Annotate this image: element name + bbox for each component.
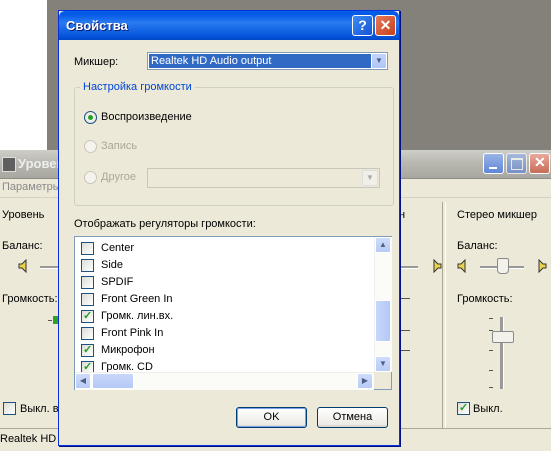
list-item-checkbox[interactable] [81, 259, 94, 272]
radio-playback-label[interactable]: Воспроизведение [101, 111, 192, 123]
balance-slider-track-middle[interactable] [400, 266, 418, 269]
app-icon [2, 157, 16, 172]
radio-record-label[interactable]: Запись [101, 140, 137, 152]
slider-tick [489, 350, 493, 351]
balance-label-right: Баланс: [457, 240, 498, 252]
list-item-label: SPDIF [101, 276, 134, 288]
checkmark-icon: ✓ [83, 310, 93, 322]
slider-tick [400, 330, 410, 331]
volume-label-right: Громкость: [457, 293, 513, 305]
ok-button[interactable]: OK [236, 407, 307, 428]
minimize-button[interactable] [483, 153, 504, 174]
slider-tick [489, 387, 493, 388]
close-icon: ✕ [534, 154, 546, 170]
list-item-label: Center [101, 242, 135, 254]
radio-playback[interactable] [84, 111, 97, 124]
desktop-area [0, 0, 47, 150]
mute-checkbox-right[interactable]: ✓ [457, 402, 470, 415]
speaker-icon [18, 259, 27, 273]
checkmark-icon: ✓ [459, 402, 469, 414]
speaker-icon [433, 259, 442, 273]
list-item-checkbox[interactable] [81, 327, 94, 340]
slider-tick [489, 318, 493, 319]
radio-selected-dot [88, 115, 93, 120]
help-icon: ? [358, 17, 367, 33]
other-device-select[interactable]: ▼ [147, 168, 380, 188]
mute-checkbox-left[interactable] [3, 402, 16, 415]
close-button[interactable]: ✕ [529, 153, 550, 174]
horizontal-scroll-thumb[interactable] [92, 373, 134, 389]
vertical-scrollbar[interactable]: ▲ ▼ [374, 237, 392, 372]
speaker-icon [538, 259, 547, 273]
list-item-label: Side [101, 259, 124, 271]
scroll-corner [374, 372, 391, 389]
speaker-icon [457, 259, 466, 273]
arrow-up-icon[interactable]: ▲ [375, 237, 391, 253]
list-item-checkbox[interactable] [81, 293, 94, 306]
menu-params[interactable]: Параметры [2, 181, 61, 193]
radio-record[interactable] [84, 140, 97, 153]
column-separator [442, 202, 446, 437]
list-item-label: Front Green In [101, 293, 173, 305]
controls-label: Отображать регуляторы громкости: [74, 218, 256, 230]
checkmark-icon: ✓ [83, 344, 93, 356]
balance-slider-thumb-right[interactable] [497, 258, 509, 274]
help-button[interactable]: ? [352, 15, 373, 36]
vertical-scroll-thumb[interactable] [375, 300, 391, 342]
volume-settings-group-title: Настройка громкости [80, 81, 195, 93]
horizontal-scrollbar[interactable]: ◀ ▶ [75, 372, 374, 390]
balance-slider-track[interactable] [40, 266, 58, 269]
mixer-select-value: Realtek HD Audio output [149, 54, 371, 68]
cancel-button[interactable]: Отмена [317, 407, 388, 428]
volume-slider-thumb-right[interactable] [492, 331, 514, 343]
mute-label-right: Выкл. [473, 403, 503, 415]
list-item-checkbox[interactable]: ✓ [81, 310, 94, 323]
list-item-checkbox[interactable] [81, 276, 94, 289]
mixer-label: Микшер: [74, 56, 119, 68]
minimize-icon [489, 167, 497, 169]
list-item-checkbox[interactable]: ✓ [81, 344, 94, 357]
slider-tick [48, 320, 52, 321]
column-title-stereo-mixer: Стерео микшер [457, 209, 537, 221]
mixer-select[interactable]: Realtek HD Audio output ▼ [147, 52, 388, 70]
maximize-button[interactable] [506, 153, 527, 174]
arrow-left-icon[interactable]: ◀ [75, 373, 91, 389]
slider-tick [400, 350, 410, 351]
volume-slider-track-right[interactable] [500, 317, 504, 389]
list-item-label: Микрофон [101, 344, 155, 356]
slider-tick [400, 298, 410, 299]
arrow-right-icon[interactable]: ▶ [357, 373, 373, 389]
radio-other-label[interactable]: Другое [101, 171, 136, 183]
list-item-label: Front Pink In [101, 327, 164, 339]
status-text: Realtek HD A [0, 433, 67, 445]
arrow-down-icon[interactable]: ▼ [375, 356, 391, 372]
dialog-titlebar[interactable]: Свойства ? ✕ [59, 11, 399, 40]
volume-label: Громкость: [2, 293, 58, 305]
balance-label: Баланс: [2, 240, 43, 252]
maximize-icon [511, 158, 523, 170]
list-item-checkbox[interactable] [81, 242, 94, 255]
list-item-label: Громк. лин.вх. [101, 310, 174, 322]
dialog-title: Свойства [66, 18, 128, 33]
close-icon: ✕ [379, 17, 392, 33]
chevron-down-icon[interactable]: ▼ [362, 170, 378, 186]
properties-dialog: Свойства ? ✕ Микшер: Realtek HD Audio ou… [58, 10, 400, 446]
chevron-down-icon[interactable]: ▼ [371, 53, 387, 69]
dialog-close-button[interactable]: ✕ [375, 15, 396, 36]
radio-other[interactable] [84, 171, 97, 184]
column-title-level: Уровень [2, 209, 45, 221]
controls-list[interactable]: Center Side SPDIF Front Green In ✓ Громк… [74, 236, 392, 390]
slider-tick [489, 370, 493, 371]
